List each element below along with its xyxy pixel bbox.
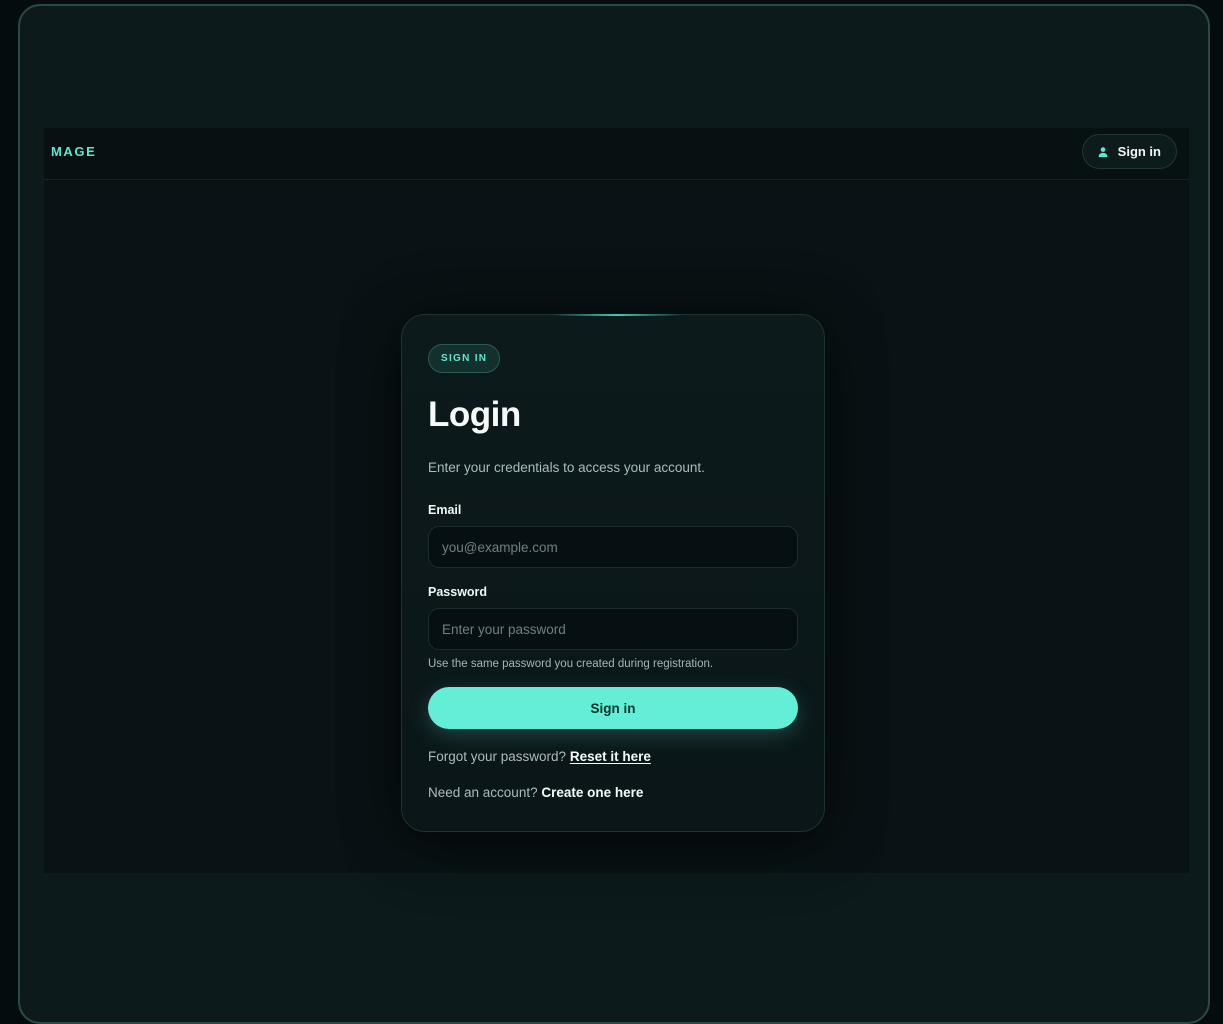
email-label: Email [428, 503, 462, 517]
forgot-password-line: Forgot your password? Reset it here [428, 749, 651, 764]
register-text: Need an account? [428, 785, 542, 800]
forgot-password-text: Forgot your password? [428, 749, 570, 764]
page-title: Login [428, 395, 521, 434]
register-line: Need an account? Create one here [428, 785, 643, 800]
user-icon [1097, 146, 1109, 158]
nav-sign-in-label: Sign in [1117, 144, 1161, 159]
email-field[interactable] [428, 526, 798, 568]
password-hint: Use the same password you created during… [428, 658, 714, 670]
page-subtitle: Enter your credentials to access your ac… [428, 460, 705, 475]
nav-sign-in-button[interactable]: Sign in [1081, 134, 1177, 169]
create-account-link[interactable]: Create one here [541, 785, 643, 800]
password-field[interactable] [428, 608, 798, 650]
browser-frame: MAGE Sign in SIGN IN Login Enter your cr… [18, 4, 1210, 1024]
password-label: Password [428, 585, 488, 599]
login-card: SIGN IN Login Enter your credentials to … [401, 314, 825, 832]
navbar: MAGE Sign in [44, 128, 1189, 180]
card-top-glow [552, 314, 682, 316]
sign-in-button[interactable]: Sign in [428, 687, 798, 729]
app-viewport: MAGE Sign in SIGN IN Login Enter your cr… [44, 128, 1189, 873]
section-badge: SIGN IN [428, 344, 501, 373]
brand-logo[interactable]: MAGE [51, 144, 96, 159]
reset-password-link[interactable]: Reset it here [570, 749, 651, 764]
